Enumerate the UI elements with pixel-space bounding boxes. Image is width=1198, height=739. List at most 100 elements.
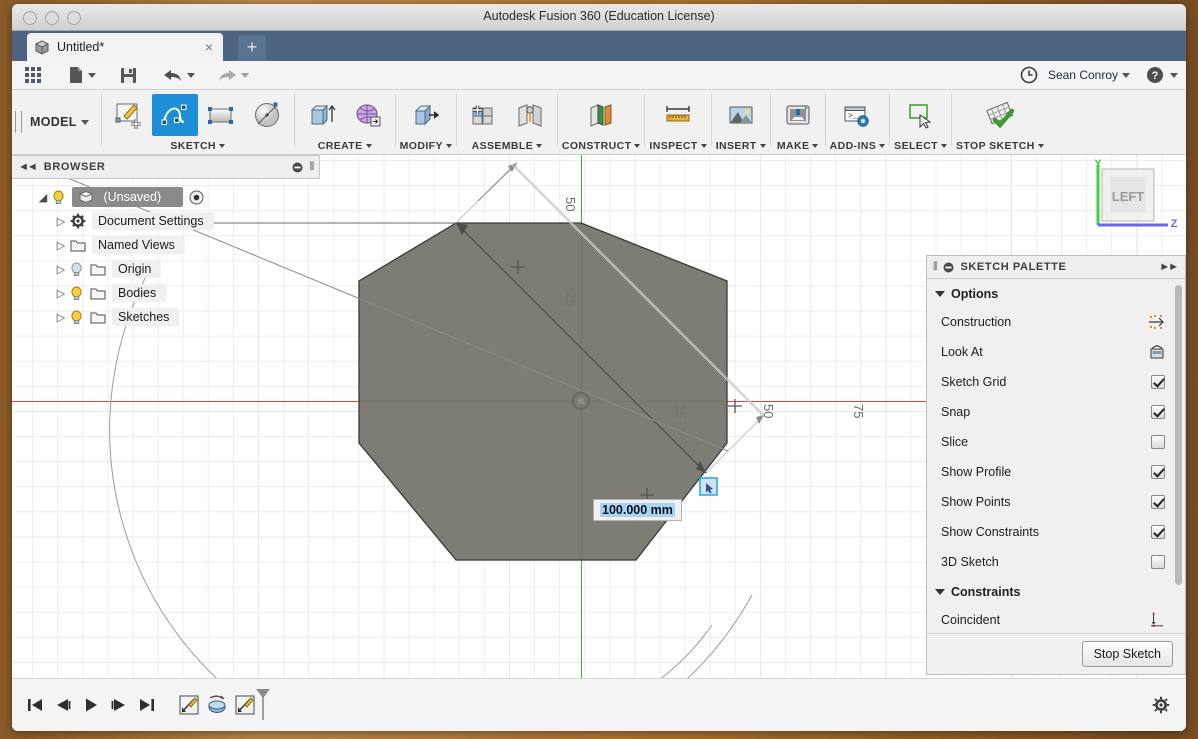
app-grid-icon[interactable] <box>12 61 49 89</box>
chevron-right-icon[interactable]: ▷ <box>52 215 70 228</box>
palette-scrollbar[interactable] <box>1175 285 1182 585</box>
chevron-down-icon[interactable] <box>634 144 641 148</box>
redo-icon[interactable] <box>210 61 256 89</box>
visibility-bulb-icon[interactable] <box>52 190 72 205</box>
ribbon-group-label-stop-sketch[interactable]: STOP SKETCH <box>956 138 1044 154</box>
workspace-switcher[interactable]: MODEL <box>24 90 101 154</box>
tree-node-unsaved[interactable]: ◢ (Unsaved) <box>12 185 320 209</box>
stop-sketch-button[interactable]: Stop Sketch <box>1081 641 1173 667</box>
chevron-down-icon[interactable] <box>1037 144 1044 148</box>
user-menu[interactable]: Sean Conroy <box>1048 68 1118 82</box>
step-back-icon[interactable] <box>54 696 72 714</box>
chevron-down-icon[interactable] <box>941 144 947 148</box>
panel-grip[interactable]: ⦀ <box>310 161 315 174</box>
main-canvas-area[interactable]: 50 25 25 50 75 100 <box>12 155 1186 719</box>
mesh-icon[interactable] <box>345 94 391 136</box>
chevron-right-icon[interactable]: ▷ <box>52 311 70 324</box>
clock-icon[interactable] <box>1020 66 1038 84</box>
palette-row-snap[interactable]: Snap <box>927 397 1185 427</box>
file-icon[interactable] <box>61 61 103 89</box>
insert-image-icon[interactable] <box>718 94 764 136</box>
revolve-feature-icon[interactable] <box>205 694 229 716</box>
palette-row-sketch-grid[interactable]: Sketch Grid <box>927 367 1185 397</box>
minus-circle-icon[interactable] <box>943 262 954 273</box>
ribbon-group-label-create[interactable]: CREATE <box>318 138 372 154</box>
ribbon-group-label-inspect[interactable]: INSPECT <box>649 138 707 154</box>
ribbon-group-label-construct[interactable]: CONSTRUCT <box>562 138 641 154</box>
palette-row-3d-sketch[interactable]: 3D Sketch <box>927 547 1185 577</box>
timeline-marker[interactable] <box>255 688 271 722</box>
chevron-down-icon[interactable] <box>1122 72 1130 78</box>
tree-node-bodies[interactable]: ▷ Bodies <box>12 281 320 305</box>
palette-row-show-constraints[interactable]: Show Constraints <box>927 517 1185 547</box>
chevron-down-icon[interactable] <box>445 144 452 148</box>
ribbon-group-label-insert[interactable]: INSERT <box>716 138 766 154</box>
undo-icon[interactable] <box>156 61 202 89</box>
tree-node-named-views[interactable]: ▷ Named Views <box>12 233 320 257</box>
ribbon-group-label-modify[interactable]: MODIFY <box>400 138 452 154</box>
chevron-down-icon[interactable] <box>700 144 707 148</box>
measure-icon[interactable] <box>655 94 701 136</box>
view-cube[interactable]: Y Z LEFT <box>1084 155 1180 237</box>
palette-row-show-profile[interactable]: Show Profile <box>927 457 1185 487</box>
new-tab-button[interactable]: + <box>238 35 266 61</box>
chevron-down-icon[interactable] <box>1170 72 1178 78</box>
dimension-input[interactable]: 100.000 mm <box>593 499 682 521</box>
chevron-down-icon[interactable] <box>536 144 543 148</box>
section-constraints[interactable]: Constraints <box>927 577 1185 605</box>
step-forward-icon[interactable] <box>110 696 128 714</box>
extrude-icon[interactable] <box>299 94 345 136</box>
go-to-end-icon[interactable] <box>138 696 156 714</box>
gear-icon[interactable] <box>1152 696 1170 714</box>
chevron-down-icon[interactable] <box>935 291 945 297</box>
chevron-down-icon[interactable] <box>218 144 225 148</box>
coincident-constraint-icon[interactable] <box>1149 612 1165 628</box>
palette-row-look-at[interactable]: Look At <box>927 337 1185 367</box>
collapse-left-icon[interactable]: ◄◄ <box>18 161 38 173</box>
spline-icon[interactable] <box>151 94 198 136</box>
tree-node-document-settings[interactable]: ▷ Document Settings <box>12 209 320 233</box>
close-icon[interactable]: × <box>201 39 217 55</box>
expand-right-icon[interactable]: ►► <box>1159 261 1179 273</box>
chevron-down-icon[interactable] <box>759 144 766 148</box>
chevron-down-icon[interactable] <box>241 72 249 78</box>
look-at-icon[interactable] <box>1149 344 1165 360</box>
expand-arrow-icon[interactable]: ◢ <box>34 191 52 204</box>
chevron-right-icon[interactable]: ▷ <box>52 287 70 300</box>
ribbon-group-label-assemble[interactable]: ASSEMBLE <box>472 138 543 154</box>
visibility-bulb-icon[interactable] <box>70 262 90 277</box>
help-icon[interactable]: ? <box>1146 66 1164 84</box>
show-points-checkbox[interactable] <box>1151 495 1165 509</box>
joint-icon[interactable] <box>507 94 553 136</box>
palette-row-coincident[interactable]: Coincident <box>927 605 1185 633</box>
script-addin-icon[interactable]: >_ <box>834 94 880 136</box>
ribbon-group-label-make[interactable]: MAKE <box>777 138 819 154</box>
snap-checkbox[interactable] <box>1151 405 1165 419</box>
chevron-down-icon[interactable] <box>187 72 195 78</box>
show-profile-checkbox[interactable] <box>1151 465 1165 479</box>
visibility-bulb-icon[interactable] <box>70 286 90 301</box>
3d-print-icon[interactable] <box>775 94 821 136</box>
circle-icon[interactable] <box>244 94 290 136</box>
section-options[interactable]: Options <box>927 279 1185 307</box>
chevron-down-icon[interactable] <box>88 72 96 78</box>
browser-header[interactable]: ◄◄ BROWSER ⦀ <box>12 155 320 179</box>
palette-row-slice[interactable]: Slice <box>927 427 1185 457</box>
palette-row-show-points[interactable]: Show Points <box>927 487 1185 517</box>
chevron-down-icon[interactable] <box>812 144 819 148</box>
chevron-down-icon[interactable] <box>80 119 89 125</box>
stop-sketch-icon[interactable] <box>977 94 1023 136</box>
visibility-bulb-icon[interactable] <box>70 310 90 325</box>
sketch-feature-icon[interactable] <box>178 694 200 716</box>
document-tab[interactable]: Untitled* × <box>27 33 223 61</box>
chevron-down-icon[interactable] <box>879 144 886 148</box>
tree-node-origin[interactable]: ▷ Origin <box>12 257 320 281</box>
ribbon-group-label-sketch[interactable]: SKETCH <box>170 138 225 154</box>
activate-component-icon[interactable] <box>189 190 204 205</box>
sketch-feature-icon[interactable] <box>234 694 256 716</box>
rectangle-icon[interactable] <box>198 94 244 136</box>
select-cursor-icon[interactable] <box>898 94 944 136</box>
create-sketch-icon[interactable] <box>106 94 152 136</box>
minus-circle-icon[interactable] <box>292 162 303 173</box>
panel-grip[interactable]: ⦀ <box>933 261 938 274</box>
